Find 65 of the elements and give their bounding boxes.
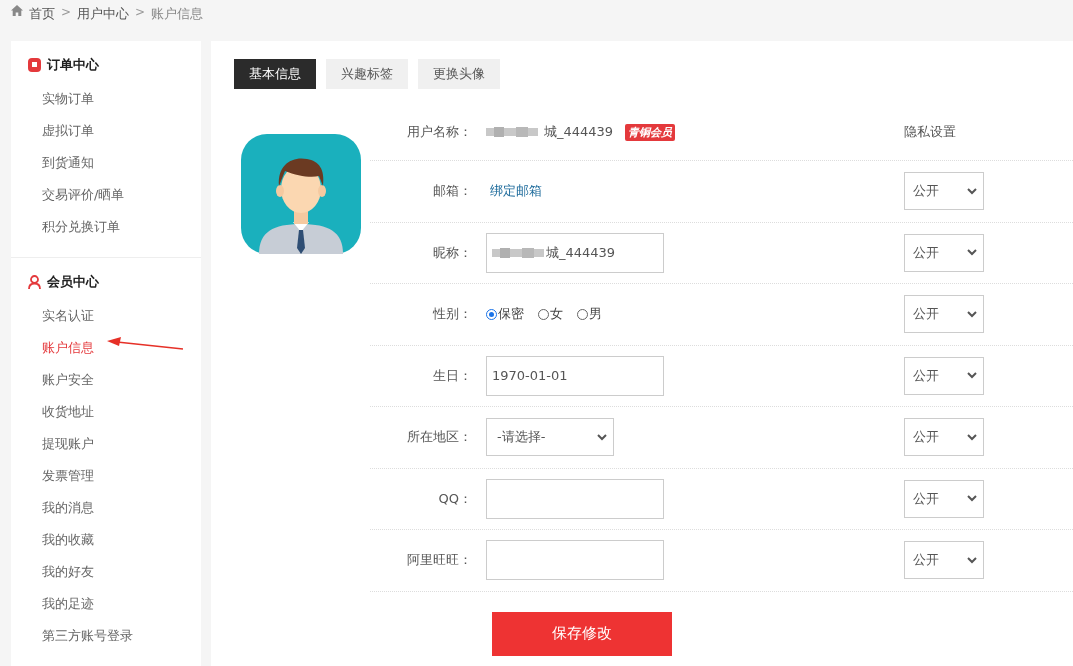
field-label: 生日：	[432, 366, 473, 385]
sidebar-item[interactable]: 发票管理	[42, 468, 94, 483]
chevron-down-icon	[967, 249, 977, 257]
username-text: 城_444439	[544, 123, 614, 141]
chevron-down-icon	[967, 310, 977, 318]
sidebar-item[interactable]: 账户安全	[42, 372, 94, 387]
chevron-down-icon	[967, 556, 977, 564]
privacy-select[interactable]: 公开	[904, 295, 984, 334]
sidebar-item[interactable]: 积分兑换订单	[42, 219, 120, 234]
breadcrumb-separator: >	[135, 5, 146, 19]
save-button[interactable]: 保存修改	[492, 611, 672, 656]
field-label: 性别：	[432, 305, 473, 324]
privacy-select[interactable]: 公开	[904, 356, 984, 395]
section-title: 订单中心	[47, 56, 99, 74]
chevron-down-icon	[967, 433, 977, 441]
field-label: 阿里旺旺：	[406, 551, 473, 570]
input-field[interactable]	[486, 540, 664, 581]
privacy-header: 隐私设置	[903, 123, 957, 141]
field-label: 昵称：	[432, 243, 473, 262]
sidebar-item[interactable]: 虚拟订单	[42, 123, 94, 138]
user-icon	[28, 275, 41, 289]
sidebar-item[interactable]: 我的消息	[42, 500, 94, 515]
sidebar-item[interactable]: 账户信息	[42, 340, 94, 355]
sidebar-item[interactable]: 收货地址	[42, 404, 94, 419]
sidebar-item[interactable]: 我的好友	[42, 564, 94, 579]
field-label: 所在地区：	[406, 428, 473, 447]
sidebar-item[interactable]: 实名认证	[42, 308, 94, 323]
privacy-select[interactable]: 公开	[904, 233, 984, 272]
section-title: 会员中心	[47, 273, 99, 291]
privacy-select[interactable]: 公开	[904, 172, 984, 211]
field-label: 用户名称：	[406, 123, 473, 141]
sidebar-item[interactable]: 提现账户	[42, 436, 94, 451]
tab[interactable]: 基本信息	[234, 59, 316, 89]
breadcrumb-link[interactable]: 首页	[29, 5, 55, 23]
tab[interactable]: 兴趣标签	[326, 59, 408, 89]
sidebar-item[interactable]: 到货通知	[42, 155, 94, 170]
member-level-badge: 青铜会员	[625, 123, 676, 141]
field-label: QQ：	[437, 489, 473, 508]
home-icon	[11, 5, 23, 16]
gender-radio[interactable]: 男	[577, 305, 602, 324]
privacy-select[interactable]: 公开	[904, 479, 984, 518]
gender-radio[interactable]: 女	[538, 305, 563, 324]
region-select[interactable]: -请选择-	[486, 418, 614, 457]
document-icon	[28, 58, 41, 72]
field-label: 邮箱：	[432, 182, 473, 201]
privacy-select[interactable]: 公开	[904, 418, 984, 457]
chevron-down-icon	[597, 433, 607, 441]
privacy-select[interactable]: 公开	[904, 541, 984, 580]
sidebar-item[interactable]: 实物订单	[42, 91, 94, 106]
sidebar-item[interactable]: 我的收藏	[42, 532, 94, 547]
breadcrumb-separator: >	[61, 5, 72, 19]
input-field[interactable]	[486, 478, 664, 519]
sidebar-item[interactable]: 交易评价/晒单	[42, 187, 125, 202]
tab[interactable]: 更换头像	[418, 59, 500, 89]
chevron-down-icon	[967, 187, 977, 195]
input-field[interactable]: 1970-01-01	[486, 355, 664, 396]
sidebar-item[interactable]: 我的足迹	[42, 596, 94, 611]
chevron-down-icon	[967, 495, 977, 503]
chevron-down-icon	[967, 372, 977, 380]
breadcrumb-link[interactable]: 用户中心	[77, 5, 130, 23]
gender-radio[interactable]: 保密	[486, 305, 524, 324]
bind-email-link[interactable]: 绑定邮箱	[490, 182, 542, 201]
sidebar-item[interactable]: 第三方账号登录	[42, 628, 133, 643]
breadcrumb-link[interactable]: 账户信息	[151, 5, 204, 23]
input-field[interactable]: 城_444439	[486, 232, 664, 273]
